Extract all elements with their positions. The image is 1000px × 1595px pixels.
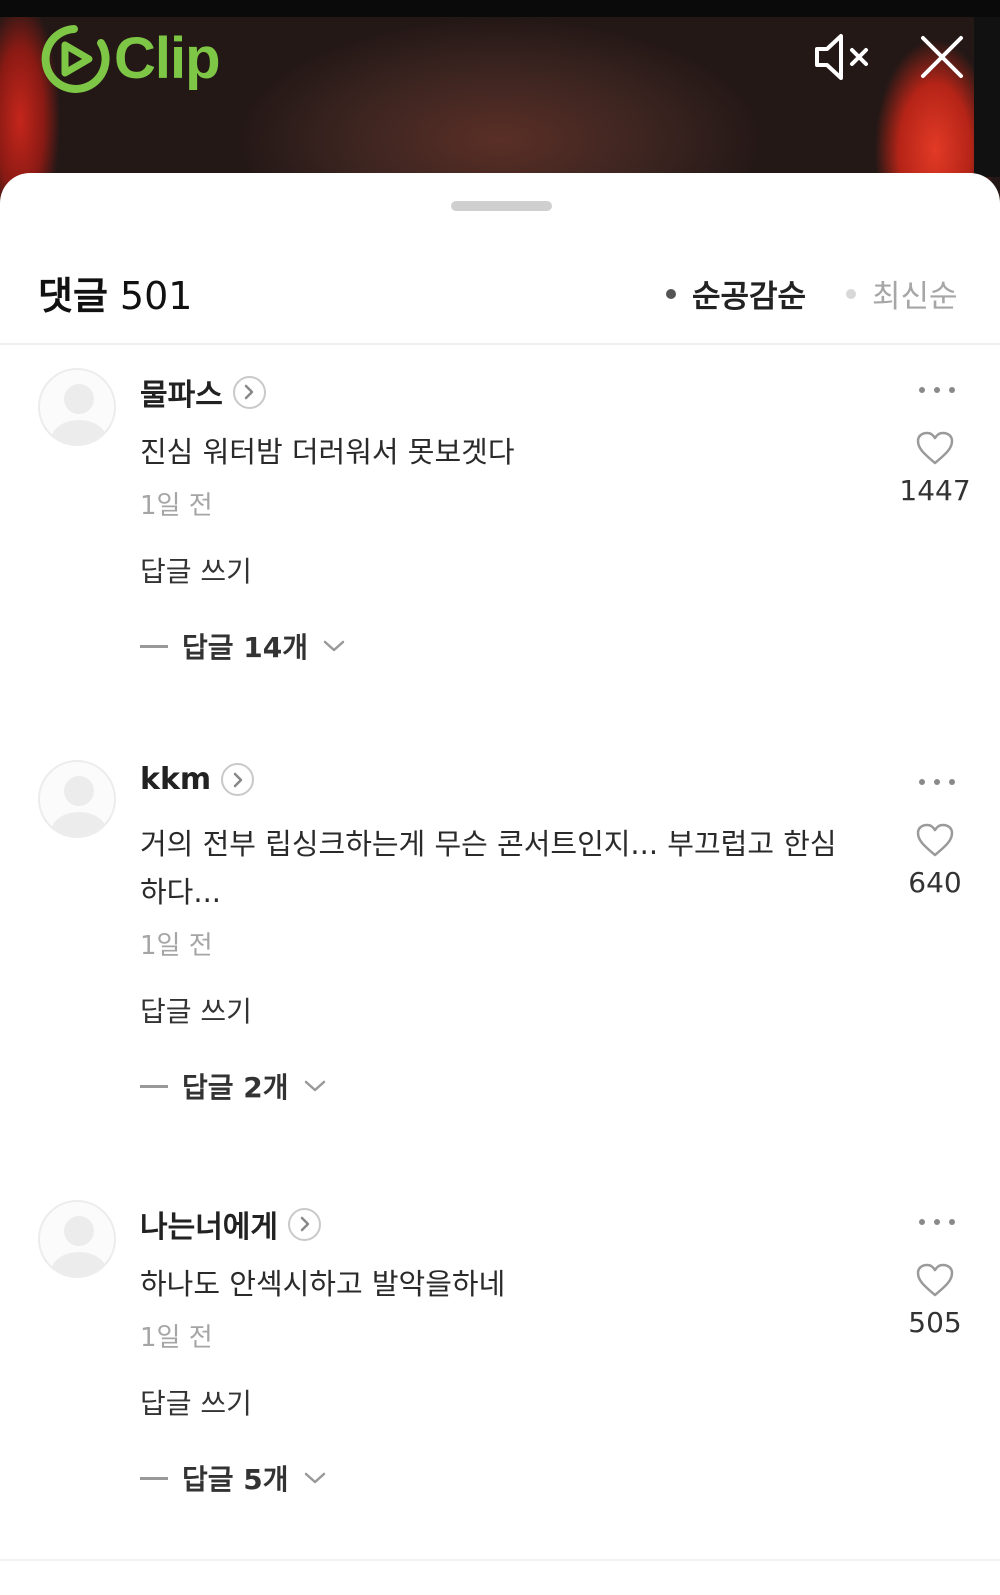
reply-write-button[interactable]: 답글 쓰기 — [140, 1382, 252, 1422]
replies-divider — [140, 644, 168, 648]
chevron-down-icon — [304, 1080, 325, 1092]
reply-write-button[interactable]: 답글 쓰기 — [140, 990, 252, 1030]
like-button[interactable]: 640 — [900, 822, 970, 899]
comment-text: 진심 워터밤 더러워서 못보겟다 — [140, 435, 515, 469]
mute-button[interactable] — [810, 28, 874, 86]
comments-header: 댓글 501 순공감순 최신순 — [0, 253, 1000, 345]
close-button[interactable] — [910, 28, 974, 86]
replies-divider — [140, 1084, 168, 1088]
view-replies-button[interactable]: 답글 2개 — [140, 1066, 327, 1106]
heart-icon — [916, 823, 954, 857]
avatar[interactable] — [38, 368, 116, 446]
sort-popular-dot — [666, 288, 676, 299]
comment-author-name: kkm — [140, 762, 212, 797]
chevron-right-icon — [232, 375, 266, 409]
replies-count: 답글 2개 — [182, 1071, 289, 1104]
comment-item: 나는너에게 하나도 안섹시하고 발악을하네 1일 전 답글 쓰기 답글 5개 5… — [0, 1200, 1000, 1520]
heart-icon — [916, 431, 954, 465]
status-bar — [0, 0, 1000, 17]
heart-icon — [916, 1263, 954, 1297]
like-count: 1447 — [899, 474, 971, 507]
comment-text: 거의 전부 립싱크하는게 무슨 콘서트인지... 부끄럽고 한심하다... — [140, 827, 837, 909]
comment-author-name: 나는너에게 — [140, 1210, 278, 1245]
comments-count: 501 — [119, 274, 193, 318]
comment-author[interactable]: 나는너에게 — [140, 1202, 321, 1246]
divider — [0, 1559, 1000, 1561]
replies-divider — [140, 1476, 168, 1480]
more-options-button[interactable] — [915, 1210, 959, 1234]
chevron-down-icon — [304, 1472, 325, 1484]
replies-count: 답글 5개 — [182, 1463, 289, 1496]
view-replies-button[interactable]: 답글 14개 — [140, 626, 346, 666]
like-button[interactable]: 505 — [900, 1262, 970, 1339]
like-count: 505 — [908, 1306, 962, 1339]
chevron-right-icon — [221, 763, 255, 796]
view-replies-button[interactable]: 답글 5개 — [140, 1458, 327, 1498]
comments-sheet: 댓글 501 순공감순 최신순 물파스 진심 워터밤 더러워서 못보겟다 1일 … — [0, 173, 1000, 1595]
comment-time: 1일 전 — [140, 491, 213, 521]
speaker-muted-icon — [815, 34, 868, 80]
like-count: 640 — [908, 866, 962, 899]
comment-time: 1일 전 — [140, 931, 213, 961]
chevron-down-icon — [323, 640, 345, 652]
like-button[interactable]: 1447 — [899, 430, 971, 507]
more-options-button[interactable] — [915, 770, 959, 794]
avatar[interactable] — [38, 760, 116, 838]
close-icon — [921, 36, 963, 78]
sort-popular-tab[interactable]: 순공감순 — [666, 271, 806, 316]
sort-recent-label: 최신순 — [872, 279, 958, 315]
chevron-right-icon — [288, 1207, 321, 1241]
comments-title-label: 댓글 — [38, 274, 108, 318]
comment-item: kkm 거의 전부 립싱크하는게 무슨 콘서트인지... 부끄럽고 한심하다..… — [0, 760, 1000, 1120]
comment-author[interactable]: 물파스 — [140, 370, 266, 414]
comments-title: 댓글 501 — [38, 265, 192, 320]
replies-count: 답글 14개 — [182, 631, 308, 664]
comment-text: 하나도 안섹시하고 발악을하네 — [140, 1267, 506, 1301]
avatar[interactable] — [38, 1200, 116, 1278]
more-options-button[interactable] — [915, 378, 959, 402]
sort-recent-tab[interactable]: 최신순 — [846, 271, 958, 316]
comment-author[interactable]: kkm — [140, 762, 255, 797]
sheet-drag-handle[interactable] — [451, 201, 552, 211]
video-frame-edge — [974, 17, 1000, 177]
comment-item: 물파스 진심 워터밤 더러워서 못보겟다 1일 전 답글 쓰기 답글 14개 1… — [0, 368, 1000, 688]
comment-time: 1일 전 — [140, 1323, 213, 1353]
sort-popular-label: 순공감순 — [692, 279, 807, 315]
reply-write-button[interactable]: 답글 쓰기 — [140, 550, 252, 590]
sort-recent-dot — [846, 288, 856, 299]
clip-logo: Clip — [38, 22, 221, 96]
play-circle-logo-icon — [41, 25, 110, 93]
clip-logo-text: Clip — [114, 26, 221, 91]
comment-author-name: 물파스 — [140, 378, 223, 413]
